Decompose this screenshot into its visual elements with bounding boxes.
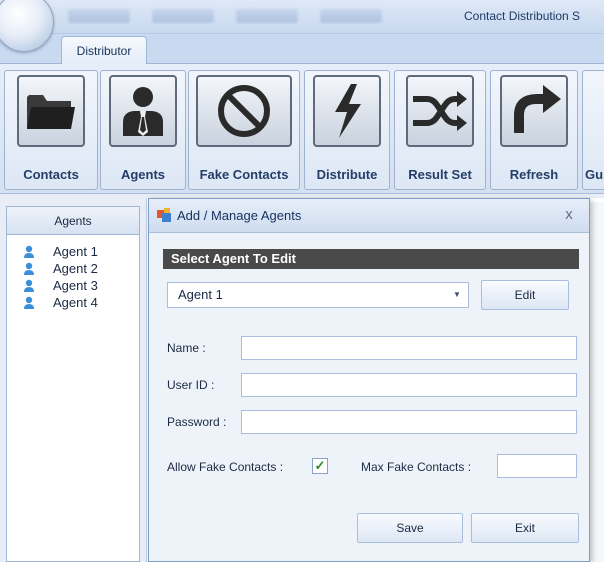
fake-contacts-button[interactable]: Fake Contacts (188, 70, 300, 190)
dropdown-arrow-icon[interactable]: ▼ (450, 288, 464, 302)
agent-icon (109, 75, 177, 147)
user-icon (24, 296, 34, 309)
user-icon (24, 245, 34, 258)
distribute-button-label: Distribute (316, 167, 378, 182)
agent-select-value: Agent 1 (178, 287, 223, 302)
ribbon-tab-row: Distributor (0, 34, 604, 65)
agents-button-label: Agents (120, 167, 166, 182)
app-window-icon (157, 208, 171, 222)
refresh-arrow-icon (500, 75, 568, 147)
user-id-field[interactable] (241, 373, 577, 397)
quick-access-toolbar (68, 9, 382, 23)
contacts-button-label: Contacts (23, 167, 79, 182)
user-icon (24, 262, 34, 275)
agents-button[interactable]: Agents (100, 70, 186, 190)
user-id-label: User ID : (167, 378, 215, 392)
shuffle-icon (406, 75, 474, 147)
quick-access-item[interactable] (320, 9, 382, 23)
name-field[interactable] (241, 336, 577, 360)
result-set-button[interactable]: Result Set (394, 70, 486, 190)
exit-button[interactable]: Exit (471, 513, 579, 543)
quick-access-item[interactable] (152, 9, 214, 23)
no-entry-icon (196, 75, 292, 147)
agents-panel-header: Agents (7, 207, 139, 235)
refresh-button-label: Refresh (509, 167, 559, 182)
contacts-button[interactable]: Contacts (4, 70, 98, 190)
close-button[interactable]: x (559, 205, 579, 225)
result-set-button-label: Result Set (408, 167, 472, 182)
title-bar: Contact Distribution S (0, 0, 604, 52)
max-fake-contacts-label: Max Fake Contacts : (361, 460, 472, 474)
allow-fake-contacts-checkbox[interactable]: ✓ (312, 458, 328, 474)
agent-name: Agent 4 (53, 295, 98, 310)
gu-button[interactable]: Gu (582, 70, 604, 190)
quick-access-item[interactable] (68, 9, 130, 23)
distribute-button[interactable]: Distribute (304, 70, 390, 190)
max-fake-contacts-field[interactable] (497, 454, 577, 478)
folder-icon (17, 75, 85, 147)
list-item[interactable]: Agent 3 (7, 277, 139, 294)
tab-distributor[interactable]: Distributor (61, 36, 147, 65)
password-label: Password : (167, 415, 227, 429)
dialog-title: Add / Manage Agents (177, 208, 302, 223)
list-item[interactable]: Agent 2 (7, 260, 139, 277)
fake-contacts-button-label: Fake Contacts (199, 167, 289, 182)
quick-access-item[interactable] (236, 9, 298, 23)
agent-list: Agent 1 Agent 2 Agent 3 Agent 4 (7, 235, 139, 311)
edit-button[interactable]: Edit (481, 280, 569, 310)
lightning-icon (313, 75, 381, 147)
user-icon (24, 279, 34, 292)
list-item[interactable]: Agent 1 (7, 243, 139, 260)
window-title: Contact Distribution S (464, 9, 581, 23)
allow-fake-contacts-label: Allow Fake Contacts : (167, 460, 284, 474)
password-field[interactable] (241, 410, 577, 434)
dialog-title-bar: Add / Manage Agents x (149, 199, 589, 233)
ribbon: Contacts Agents Fake Contacts Distribute… (0, 64, 604, 194)
refresh-button[interactable]: Refresh (490, 70, 578, 190)
gu-button-label: Gu (585, 167, 604, 182)
agent-name: Agent 3 (53, 278, 98, 293)
agent-select[interactable]: Agent 1 ▼ (167, 282, 469, 308)
section-header: Select Agent To Edit (163, 249, 579, 269)
agent-name: Agent 2 (53, 261, 98, 276)
agents-panel: Agents Agent 1 Agent 2 Agent 3 Agent 4 (6, 206, 140, 562)
save-button[interactable]: Save (357, 513, 463, 543)
name-label: Name : (167, 341, 206, 355)
manage-agents-dialog: Add / Manage Agents x Select Agent To Ed… (148, 198, 590, 562)
agent-name: Agent 1 (53, 244, 98, 259)
list-item[interactable]: Agent 4 (7, 294, 139, 311)
